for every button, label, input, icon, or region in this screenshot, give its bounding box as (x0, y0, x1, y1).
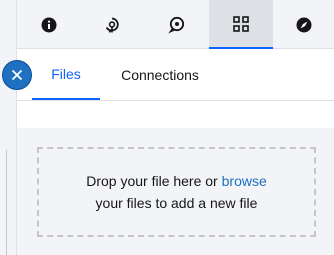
tab-connections[interactable]: Connections (105, 49, 215, 100)
info-icon (41, 17, 56, 32)
tab-files[interactable]: Files (32, 49, 100, 100)
comment-icon (168, 16, 185, 33)
panel-toolbar (17, 0, 334, 49)
panel-tabs: Files Connections (17, 49, 334, 101)
tab-connections-label: Connections (121, 66, 199, 83)
pin-button[interactable] (80, 0, 144, 49)
dropzone-text: Drop your file here or browse your files… (86, 170, 267, 214)
tab-files-label: Files (51, 65, 81, 82)
compass-button[interactable] (273, 0, 334, 49)
info-button[interactable] (17, 0, 80, 49)
pin-icon (105, 17, 119, 33)
file-dropzone[interactable]: Drop your file here or browse your files… (37, 147, 316, 237)
comment-button[interactable] (144, 0, 208, 49)
close-icon (11, 69, 23, 81)
compass-icon (296, 17, 311, 32)
data-icon (233, 15, 249, 32)
left-sidebar-strip (0, 0, 17, 255)
data-button[interactable] (209, 0, 273, 49)
sidebar-divider (6, 150, 7, 255)
browse-link[interactable]: browse (222, 173, 267, 189)
files-panel: Drop your file here or browse your files… (17, 101, 334, 255)
close-panel-button[interactable] (2, 60, 32, 90)
dropzone-text-before: Drop your file here or (86, 173, 222, 189)
dropzone-text-after: your files to add a new file (95, 195, 258, 211)
